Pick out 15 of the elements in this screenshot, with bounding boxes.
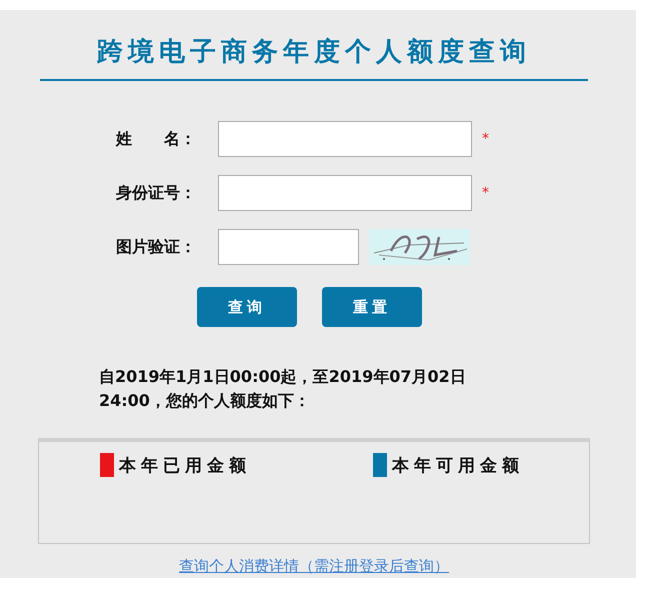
input-field[interactable] — [218, 229, 359, 265]
input-field[interactable] — [218, 175, 472, 211]
details-link[interactable]: 查询个人消费详情（需注册登录后查询） — [179, 557, 449, 575]
field-label: 图片验证： — [116, 236, 197, 258]
legend-label: 本年已用金额 — [119, 454, 251, 476]
required-mark: * — [482, 185, 489, 201]
legend-label: 本年可用金额 — [392, 454, 524, 476]
input-field[interactable] — [218, 121, 472, 157]
field-label: 姓 名： — [116, 128, 197, 150]
page-title: 跨境电子商务年度个人额度查询 — [40, 34, 588, 81]
field-label: 身份证号： — [116, 182, 197, 204]
action-button[interactable]: 查询 — [197, 287, 297, 327]
quota-notice: 自2019年1月1日00:00起，至2019年07月02日24:00，您的个人额度如下： — [99, 366, 467, 412]
action-button[interactable]: 重置 — [322, 287, 422, 327]
required-mark: * — [482, 131, 489, 147]
